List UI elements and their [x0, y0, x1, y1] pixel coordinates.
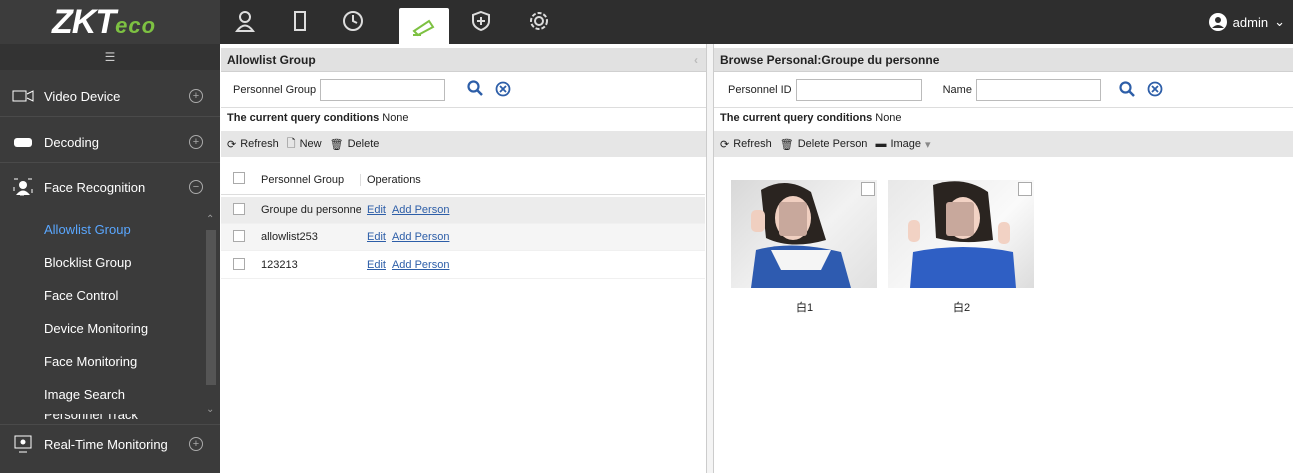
table-row[interactable]: allowlist253 Edit Add Person	[221, 224, 705, 251]
delete-button[interactable]: 🗑 Delete	[330, 138, 380, 151]
edit-link[interactable]: Edit	[367, 231, 386, 243]
add-person-link[interactable]: Add Person	[392, 259, 449, 271]
sidebar-item-allowlist-group[interactable]: Allowlist Group	[44, 222, 131, 237]
right-query-conditions: The current query conditions None	[714, 107, 1293, 127]
chevron-down-icon: ▾	[925, 138, 931, 151]
edit-link[interactable]: Edit	[367, 259, 386, 271]
edit-link[interactable]: Edit	[367, 204, 386, 216]
new-icon: 🗋	[286, 137, 296, 150]
refresh-button[interactable]: ⟳ Refresh	[720, 138, 772, 151]
group-name: allowlist253	[261, 231, 318, 243]
photo-checkbox[interactable]	[1018, 182, 1032, 196]
personnel-id-input[interactable]	[795, 79, 922, 101]
person-photo[interactable]	[731, 180, 877, 288]
right-panel-title: Browse Personal:Groupe du personne	[714, 48, 1293, 72]
personnel-id-label: Personnel ID	[728, 84, 792, 96]
left-search-bar: Personnel Group	[233, 75, 511, 105]
sidebar-item-blocklist-group[interactable]: Blocklist Group	[44, 255, 131, 270]
column-header-group: Personnel Group	[261, 173, 361, 186]
group-name: 123213	[261, 259, 298, 271]
image-view-dropdown[interactable]: ▬ Image ▾	[875, 138, 930, 151]
table-row[interactable]: Groupe du personne Edit Add Person	[221, 197, 705, 224]
collapse-arrow-icon[interactable]: ‹	[694, 48, 698, 72]
personnel-group-input[interactable]	[320, 79, 446, 101]
menu-toggle-icon[interactable]: ☰	[0, 44, 220, 70]
refresh-icon: ⟳	[227, 138, 237, 151]
sidebar-scrollbar[interactable]	[206, 230, 216, 385]
gear-icon[interactable]	[525, 7, 553, 35]
search-icon[interactable]	[1119, 80, 1135, 100]
right-search-bar: Personnel ID Name	[728, 75, 1163, 105]
search-icon[interactable]	[467, 79, 484, 101]
chevron-down-icon: ⌄	[1274, 14, 1285, 29]
face-icon	[12, 178, 34, 196]
sidebar-item-image-search[interactable]: Image Search	[44, 387, 125, 402]
person-photo[interactable]	[888, 180, 1034, 288]
group-name: Groupe du personne	[261, 204, 361, 216]
clear-icon[interactable]	[495, 81, 511, 100]
scroll-up-icon[interactable]: ⌃	[206, 214, 214, 225]
collapse-icon[interactable]: −	[189, 180, 203, 194]
new-button[interactable]: 🗋 New	[287, 135, 322, 154]
user-icon[interactable]	[231, 7, 259, 35]
name-input[interactable]	[975, 79, 1101, 101]
expand-icon[interactable]: +	[189, 437, 203, 451]
user-menu[interactable]: admin ⌄	[1208, 13, 1285, 31]
clock-icon[interactable]	[339, 7, 367, 35]
decoder-icon	[12, 134, 34, 150]
refresh-button[interactable]: ⟳ Refresh	[227, 138, 279, 151]
face-blur	[946, 202, 974, 236]
sidebar-item-video-device[interactable]: Video Device +	[0, 86, 220, 106]
sidebar-item-face-recognition[interactable]: Face Recognition −	[0, 176, 220, 198]
left-toolbar: ⟳ Refresh 🗋 New 🗑 Delete	[221, 131, 706, 157]
account-icon	[1208, 13, 1227, 31]
divider	[0, 116, 220, 117]
row-checkbox[interactable]	[233, 257, 245, 270]
right-toolbar: ⟳ Refresh 🗑 Delete Person ▬ Image ▾	[714, 131, 1293, 157]
table-row[interactable]: 123213 Edit Add Person	[221, 252, 705, 279]
sidebar-item-face-monitoring[interactable]: Face Monitoring	[44, 354, 137, 369]
logo: ZKTeco	[0, 0, 220, 44]
sidebar-item-decoding[interactable]: Decoding +	[0, 132, 220, 152]
left-panel-title: Allowlist Group ‹	[221, 48, 706, 72]
photo-checkbox[interactable]	[861, 182, 875, 196]
photo-caption: 白2	[953, 302, 971, 314]
sidebar-item-personnel-track[interactable]: Personnel Track	[44, 414, 138, 422]
divider	[0, 162, 220, 163]
select-all-checkbox[interactable]	[233, 172, 245, 184]
row-checkbox[interactable]	[233, 202, 245, 215]
sidebar-item-device-monitoring[interactable]: Device Monitoring	[44, 321, 148, 336]
trash-icon: 🗑	[329, 138, 344, 151]
camera-icon[interactable]	[399, 8, 449, 44]
photo-caption: 白1	[796, 302, 814, 314]
add-person-link[interactable]: Add Person	[392, 204, 449, 216]
row-checkbox[interactable]	[233, 229, 245, 242]
top-bar: ZKTeco admin ⌄	[0, 0, 1293, 44]
trash-icon: 🗑	[779, 138, 794, 151]
monitor-icon	[12, 435, 34, 453]
expand-icon[interactable]: +	[189, 135, 203, 149]
user-name: admin	[1232, 14, 1269, 30]
column-header-operations: Operations	[367, 173, 421, 186]
refresh-icon: ⟳	[720, 138, 730, 151]
scroll-down-icon[interactable]: ⌄	[206, 404, 214, 415]
sidebar-item-real-time-monitoring[interactable]: Real-Time Monitoring +	[0, 434, 220, 454]
table-header: Personnel Group Operations	[221, 165, 705, 195]
expand-icon[interactable]: +	[189, 89, 203, 103]
personnel-group-label: Personnel Group	[233, 84, 317, 96]
left-query-conditions: The current query conditions None	[221, 107, 706, 127]
divider	[0, 424, 220, 425]
shield-icon[interactable]	[467, 7, 495, 35]
add-person-link[interactable]: Add Person	[392, 231, 449, 243]
face-blur	[779, 202, 807, 236]
panel-splitter[interactable]	[706, 44, 714, 473]
name-label: Name	[942, 84, 972, 96]
door-icon[interactable]	[286, 7, 314, 35]
delete-person-button[interactable]: 🗑 Delete Person	[780, 138, 868, 151]
sidebar-item-face-control[interactable]: Face Control	[44, 288, 118, 303]
camera-outline-icon	[12, 88, 34, 104]
image-icon: ▬	[875, 138, 887, 150]
clear-icon[interactable]	[1147, 81, 1163, 100]
